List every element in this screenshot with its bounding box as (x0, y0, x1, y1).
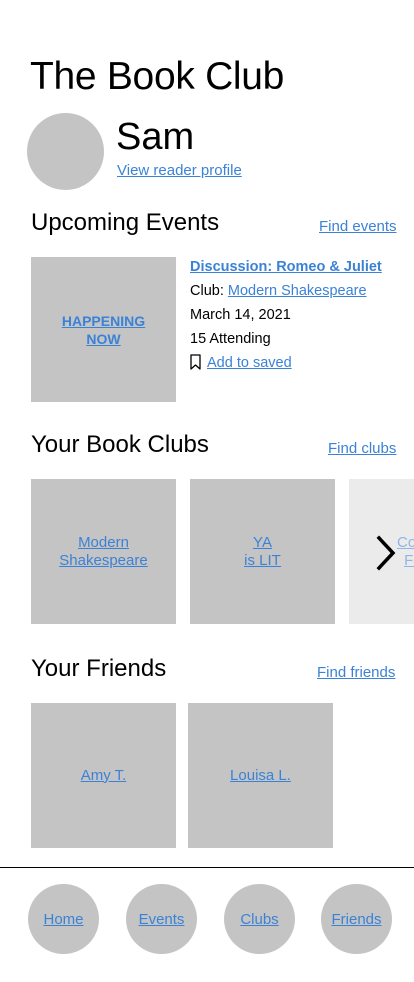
user-name: Sam (116, 116, 195, 158)
add-to-saved[interactable]: Add to saved (190, 354, 382, 378)
club-tile-modern-shakespeare[interactable]: Modern Shakespeare (31, 479, 176, 624)
happening-now-tile[interactable]: HAPPENING NOW (31, 257, 176, 402)
chevron-right-icon[interactable] (372, 535, 400, 571)
friend-name[interactable]: Amy T. (81, 767, 127, 785)
event-attending: 15 Attending (190, 331, 271, 347)
view-profile-link[interactable]: View reader profile (117, 162, 242, 179)
friend-tile-louisa[interactable]: Louisa L. (188, 703, 333, 848)
find-clubs-link[interactable]: Find clubs (328, 440, 396, 457)
friend-name[interactable]: Louisa L. (230, 767, 291, 785)
find-friends-link[interactable]: Find friends (317, 664, 395, 681)
event-title-link[interactable]: Discussion: Romeo & Juliet (190, 259, 382, 275)
friends-heading: Your Friends (31, 655, 167, 682)
club-tile-label[interactable]: Modern Shakespeare (59, 534, 147, 570)
events-heading: Upcoming Events (31, 209, 220, 236)
app-title: The Book Club (30, 55, 285, 98)
event-club-link[interactable]: Modern Shakespeare (228, 283, 367, 299)
nav-home-button[interactable]: Home (28, 884, 99, 954)
club-tile-label[interactable]: YA is LIT (244, 534, 281, 570)
friend-tile-amy[interactable]: Amy T. (31, 703, 176, 848)
club-tile-ya-is-lit[interactable]: YA is LIT (190, 479, 335, 624)
event-date: March 14, 2021 (190, 307, 291, 323)
clubs-heading: Your Book Clubs (31, 431, 209, 458)
event-club-label: Club: (190, 283, 224, 299)
bookmark-icon[interactable] (190, 354, 201, 370)
nav-clubs-button[interactable]: Clubs (224, 884, 295, 954)
nav-divider (0, 867, 414, 868)
add-to-saved-link[interactable]: Add to saved (207, 355, 292, 371)
event-details: Discussion: Romeo & Juliet Club: Modern … (190, 258, 382, 378)
avatar[interactable] (27, 113, 104, 190)
happening-now-label[interactable]: HAPPENING NOW (62, 312, 145, 348)
nav-friends-button[interactable]: Friends (321, 884, 392, 954)
nav-events-button[interactable]: Events (126, 884, 197, 954)
find-events-link[interactable]: Find events (319, 218, 397, 235)
